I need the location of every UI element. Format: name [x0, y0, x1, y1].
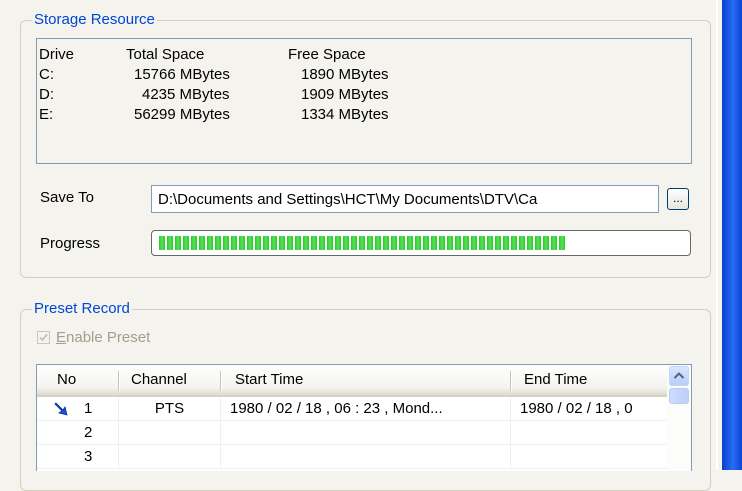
storage-resource-title: Storage Resource — [32, 11, 157, 29]
row-start-time — [221, 421, 511, 444]
drive-row: E: 56299 MBytes 1334 MBytes — [37, 106, 691, 124]
window-frame-border — [722, 0, 742, 470]
column-header-end-time[interactable]: End Time — [524, 365, 664, 395]
preset-list[interactable]: No Channel Start Time End Time 1 PTS 198… — [36, 364, 692, 471]
preset-list-header: No Channel Start Time End Time — [37, 365, 667, 397]
scroll-up-button[interactable] — [669, 366, 689, 386]
window-right-edge — [708, 0, 742, 470]
enable-preset-label: Enable Preset — [56, 329, 150, 347]
drive-list-header: Drive Total Space Free Space — [37, 46, 691, 64]
enable-preset-accelerator: E — [56, 329, 67, 346]
drive-column-header: Drive — [39, 46, 75, 63]
preset-record-title: Preset Record — [32, 300, 132, 318]
column-header-no[interactable]: No — [57, 365, 112, 395]
drive-free-space: 1909 MBytes — [301, 86, 389, 103]
row-channel — [119, 421, 221, 444]
row-end-time — [511, 421, 667, 444]
row-channel: PTS — [119, 397, 221, 420]
row-end-time: 1980 / 02 / 18 , 0 — [520, 400, 633, 417]
row-channel — [119, 445, 221, 468]
table-row[interactable]: 3 — [37, 445, 667, 469]
scroll-thumb[interactable] — [669, 388, 689, 404]
drive-total-space: 15766 MBytes — [134, 66, 230, 83]
scroll-up-arrow-icon — [673, 372, 685, 379]
drive-total-space: 4235 MBytes — [142, 86, 230, 103]
column-header-channel[interactable]: Channel — [131, 365, 216, 395]
drive-row: C: 15766 MBytes 1890 MBytes — [37, 66, 691, 84]
column-separator[interactable] — [118, 371, 119, 391]
table-row[interactable]: 1 PTS 1980 / 02 / 18 , 06 : 23 , Mond...… — [37, 397, 667, 421]
browse-button[interactable]: ... — [667, 188, 689, 210]
preset-list-scrollbar[interactable] — [667, 365, 691, 471]
row-end-time — [511, 445, 667, 468]
row-no: 1 — [37, 397, 119, 420]
progress-label: Progress — [40, 235, 101, 252]
save-to-path-field[interactable]: D:\Documents and Settings\HCT\My Documen… — [151, 185, 659, 213]
column-separator[interactable] — [220, 371, 221, 391]
progress-bar-fill — [159, 236, 565, 250]
drive-row: D: 4235 MBytes 1909 MBytes — [37, 86, 691, 104]
drive-free-space: 1334 MBytes — [301, 106, 389, 123]
drive-letter: C: — [39, 66, 54, 83]
window-edge-highlight — [716, 0, 718, 470]
row-no: 3 — [37, 445, 119, 468]
total-space-column-header: Total Space — [126, 46, 205, 63]
drive-free-space: 1890 MBytes — [301, 66, 389, 83]
checkmark-icon — [39, 333, 48, 342]
row-no: 2 — [37, 421, 119, 444]
drive-letter: E: — [39, 106, 54, 123]
table-row[interactable]: 2 — [37, 421, 667, 445]
enable-preset-text: nable Preset — [66, 329, 151, 346]
column-separator[interactable] — [510, 371, 511, 391]
drive-list: Drive Total Space Free Space C: 15766 MB… — [36, 38, 692, 164]
drive-letter: D: — [39, 86, 54, 103]
enable-preset-checkbox[interactable] — [37, 331, 50, 344]
row-start-time — [221, 445, 511, 468]
save-to-label: Save To — [40, 189, 94, 206]
drive-total-space: 56299 MBytes — [134, 106, 230, 123]
row-start-time: 1980 / 02 / 18 , 06 : 23 , Mond... — [221, 397, 511, 420]
column-header-start-time[interactable]: Start Time — [235, 365, 505, 395]
free-space-column-header: Free Space — [288, 46, 366, 63]
record-progress-bar — [151, 230, 691, 256]
